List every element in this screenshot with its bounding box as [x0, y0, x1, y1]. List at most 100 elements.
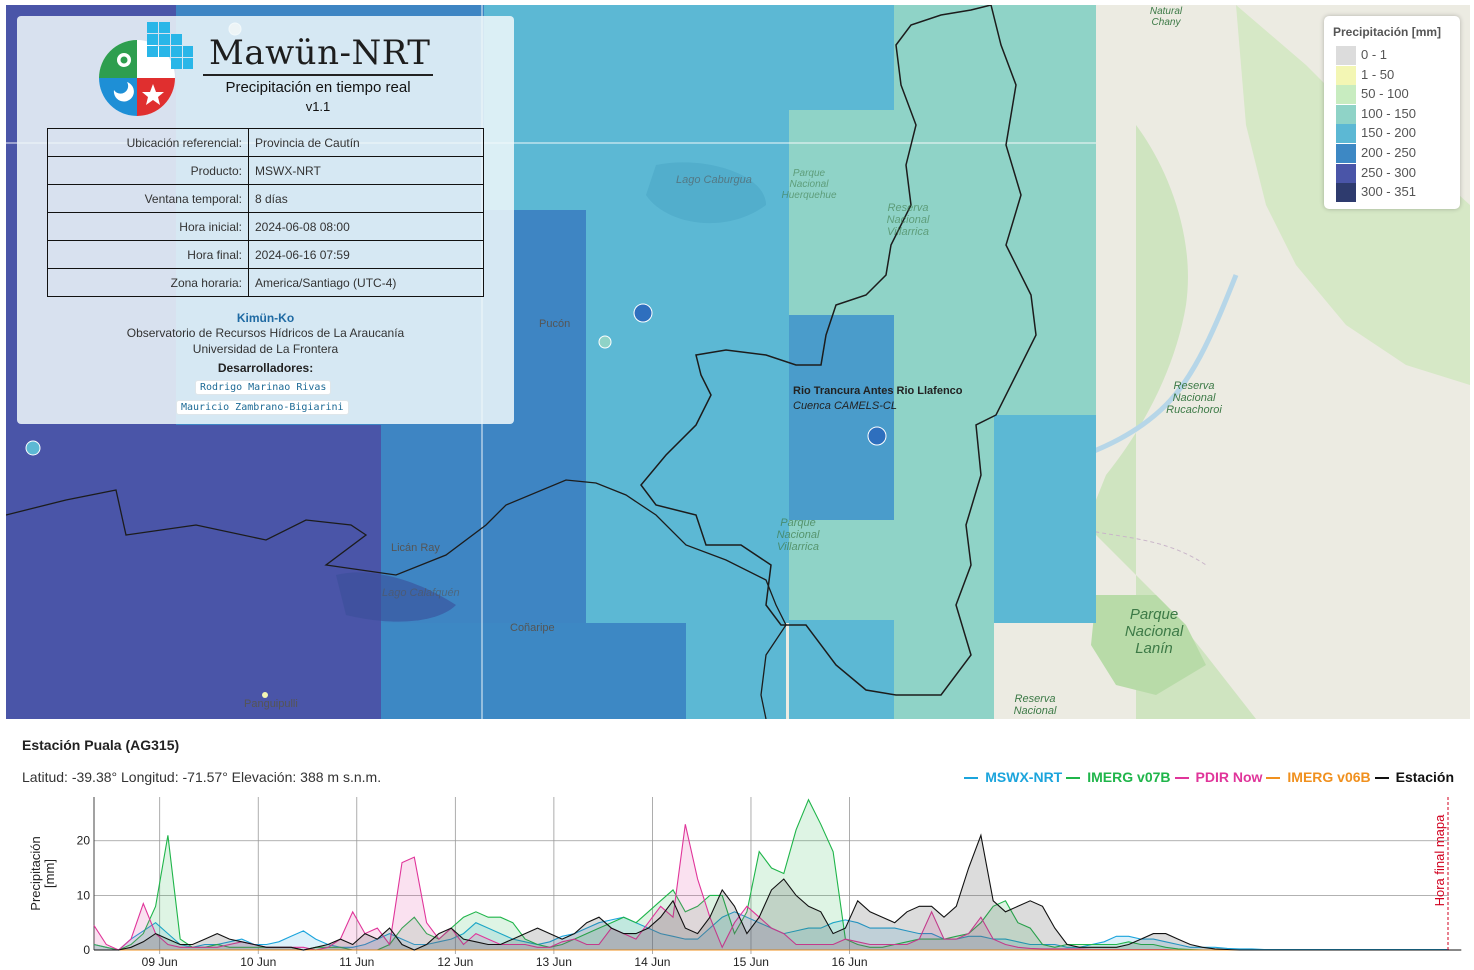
precip-cell	[6, 425, 381, 719]
y-tick-label: 10	[77, 888, 91, 902]
org-line: Observatorio de Recursos Hídricos de La …	[126, 326, 405, 340]
station-tooltip-source: Cuenca CAMELS-CL	[793, 400, 897, 412]
info-value: 8 días	[248, 184, 484, 213]
table-row: Zona horaria: America/Santiago (UTC-4)	[47, 268, 484, 297]
app-subtitle: Precipitación en tiempo real	[225, 79, 411, 96]
info-key: Ventana temporal:	[47, 184, 249, 213]
info-key: Zona horaria:	[47, 268, 249, 297]
park-label: Parque Nacional Villarrica	[776, 517, 820, 553]
chart-legend-label: MSWX-NRT	[985, 769, 1063, 785]
legend-swatch	[1336, 85, 1356, 105]
chart-legend-item[interactable]: IMERG v07B	[1066, 769, 1171, 785]
info-value: 2024-06-08 08:00	[248, 212, 484, 241]
app-version: v1.1	[305, 99, 331, 114]
x-tick-label: 16 Jun	[831, 955, 867, 969]
park-label: Reserva Nacional Villarrica	[886, 202, 930, 238]
mawun-logo	[99, 22, 193, 116]
x-tick-label: 14 Jun	[634, 955, 670, 969]
x-tick-label: 10 Jun	[240, 955, 276, 969]
x-tick-label: 15 Jun	[733, 955, 769, 969]
station-marker[interactable]	[633, 303, 653, 323]
org-line: Universidad de La Frontera	[192, 342, 339, 356]
station-marker[interactable]	[598, 335, 612, 349]
legend-swatch	[1336, 183, 1356, 203]
legend-label: 250 - 300	[1361, 164, 1416, 180]
place-label: Panguipulli	[244, 698, 298, 710]
chart-legend-item[interactable]: MSWX-NRT	[964, 769, 1062, 785]
table-row: Ubicación referencial: Provincia de Cautí…	[47, 128, 484, 157]
y-tick-label: 20	[77, 834, 91, 848]
y-axis-label-line: Precipitación	[28, 836, 43, 910]
table-row: Hora final: 2024-06-16 07:59	[47, 240, 484, 269]
park-label: Parque Nacional Lanín	[1124, 606, 1184, 657]
y-axis-label: Precipitación[mm]	[28, 836, 57, 910]
y-axis-label-line: [mm]	[42, 859, 57, 888]
chart-legend: MSWX-NRT IMERG v07B PDIR Now IMERG v06B Esta…	[960, 769, 1454, 785]
station-tooltip-name: Rio Trancura Antes Rio Llafenco	[793, 385, 963, 397]
chart-legend-line	[964, 777, 979, 780]
chart-legend-label: PDIR Now	[1195, 769, 1263, 785]
developer-link[interactable]: Mauricio Zambrano-Bigiarini	[176, 400, 349, 415]
place-label: Pucón	[539, 318, 571, 330]
park-label: Reserva Nacional	[1013, 693, 1057, 717]
info-key: Producto:	[47, 156, 249, 185]
legend-swatch	[1336, 104, 1356, 124]
info-key: Hora final:	[47, 240, 249, 269]
chart-legend-label: Estación	[1395, 769, 1454, 785]
table-row: Ventana temporal: 8 días	[47, 184, 484, 213]
station-marker[interactable]	[25, 440, 41, 456]
place-label: Coñaripe	[510, 622, 555, 634]
info-value: America/Santiago (UTC-4)	[248, 268, 484, 297]
legend-label: 0 - 1	[1361, 47, 1388, 62]
chart-legend-item[interactable]: IMERG v06B	[1266, 769, 1371, 785]
info-value: 2024-06-16 07:59	[248, 240, 484, 269]
table-row: Producto: MSWX-NRT	[47, 156, 484, 185]
developers-title-text: Desarrolladores:	[217, 361, 314, 375]
legend-title: Precipitación [mm]	[1333, 25, 1442, 39]
station-marker-selected[interactable]	[867, 426, 887, 446]
org-link[interactable]: Kimün-Ko	[17, 311, 514, 325]
legend-swatch	[1336, 124, 1356, 144]
developers-title: Desarrolladores:	[17, 361, 514, 375]
legend-swatch	[1336, 144, 1356, 163]
legend-label: 50 - 100	[1361, 86, 1409, 102]
info-value: Provincia de Cautín	[248, 128, 484, 157]
x-tick-label: 12 Jun	[437, 955, 473, 969]
chart-legend-label: IMERG v07B	[1087, 769, 1171, 785]
title-divider	[203, 74, 433, 76]
station-coords: Latitud: -39.38° Longitud: -71.57° Eleva…	[22, 769, 382, 785]
legend-label: 100 - 150	[1361, 105, 1416, 121]
end-time-label: Hora final mapa	[1432, 814, 1447, 907]
precipitation-chart[interactable]: 0 10 20 09 Jun 10 Jun 11 Jun 12 Jun 13 Jun 14 Ju…	[0, 790, 1474, 970]
x-tick-label: 09 Jun	[142, 955, 178, 969]
park-label: Reserva Nacional Rucachoroi	[1166, 380, 1222, 416]
developer-link[interactable]: Rodrigo Marinao Rivas	[195, 380, 332, 395]
info-value: MSWX-NRT	[248, 156, 484, 185]
station-tooltip: Rio Trancura Antes Rio Llafenco Cuenca C…	[793, 385, 963, 412]
chart-legend-line	[1374, 777, 1389, 780]
y-tick-label: 0	[83, 943, 90, 957]
chart-legend-line	[1066, 777, 1081, 780]
park-label: Natural Chany	[1149, 6, 1183, 28]
park-label: Parque Nacional Huerquehue	[781, 168, 837, 201]
place-label: Lago Caburgua	[676, 174, 752, 186]
map-legend: Precipitación [mm] 0 - 1 1 - 50 50 - 100 10…	[1324, 16, 1460, 209]
legend-swatch	[1336, 65, 1356, 85]
x-tick-label: 11 Jun	[339, 955, 374, 969]
chart-legend-item[interactable]: Estación	[1374, 769, 1454, 785]
chart-legend-line	[1174, 777, 1189, 780]
legend-label: 1 - 50	[1361, 66, 1395, 82]
chart-legend-line	[1266, 777, 1281, 780]
table-row: Hora inicial: 2024-06-08 08:00	[47, 212, 484, 241]
legend-label: 300 - 351	[1361, 184, 1416, 200]
chart-legend-label: IMERG v06B	[1287, 769, 1371, 785]
legend-label: 150 - 200	[1361, 125, 1416, 141]
legend-swatch	[1336, 46, 1356, 65]
station-title: Estación Puala (AG315)	[22, 737, 180, 753]
place-label: Licán Ray	[391, 542, 440, 554]
precip-cell	[789, 315, 894, 520]
legend-swatch	[1336, 163, 1356, 183]
place-label: Lago Calafquén	[382, 587, 460, 599]
legend-label: 200 - 250	[1361, 145, 1416, 160]
chart-legend-item[interactable]: PDIR Now	[1174, 769, 1263, 785]
